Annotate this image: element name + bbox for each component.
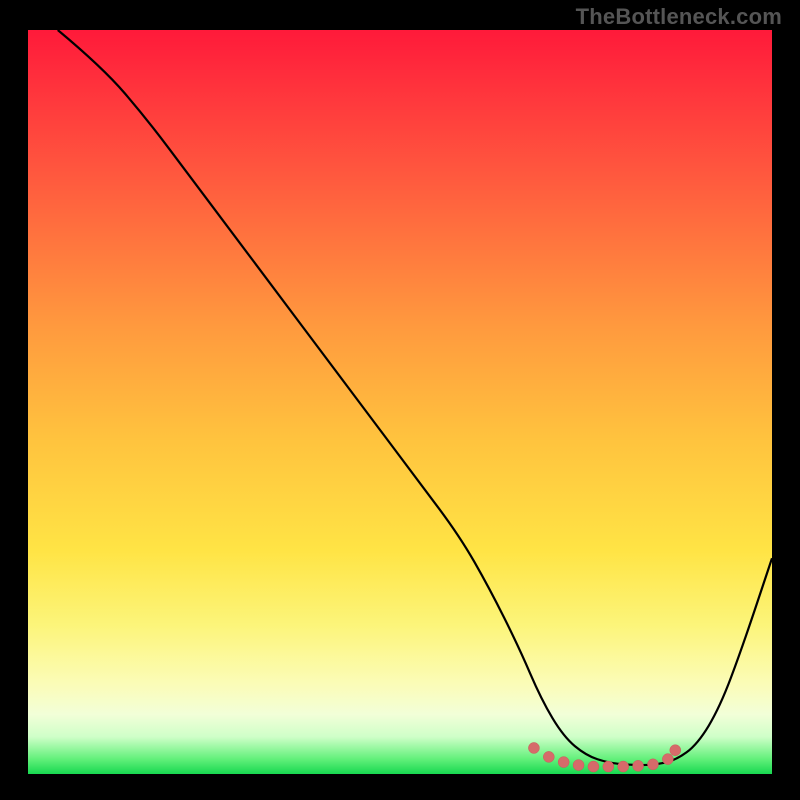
dot <box>588 761 599 772</box>
dot <box>647 759 658 770</box>
bottom-dots <box>528 742 680 772</box>
dot <box>618 761 629 772</box>
curve-svg <box>28 30 772 774</box>
dot <box>543 751 554 762</box>
dot <box>558 757 569 768</box>
watermark-text: TheBottleneck.com <box>576 4 782 30</box>
bottleneck-curve <box>58 30 772 765</box>
dot <box>633 760 644 771</box>
dot <box>528 742 539 753</box>
chart-frame: TheBottleneck.com <box>0 0 800 800</box>
plot-area <box>28 30 772 774</box>
dot <box>603 761 614 772</box>
dot <box>670 745 681 756</box>
dot <box>662 754 673 765</box>
dot <box>573 760 584 771</box>
